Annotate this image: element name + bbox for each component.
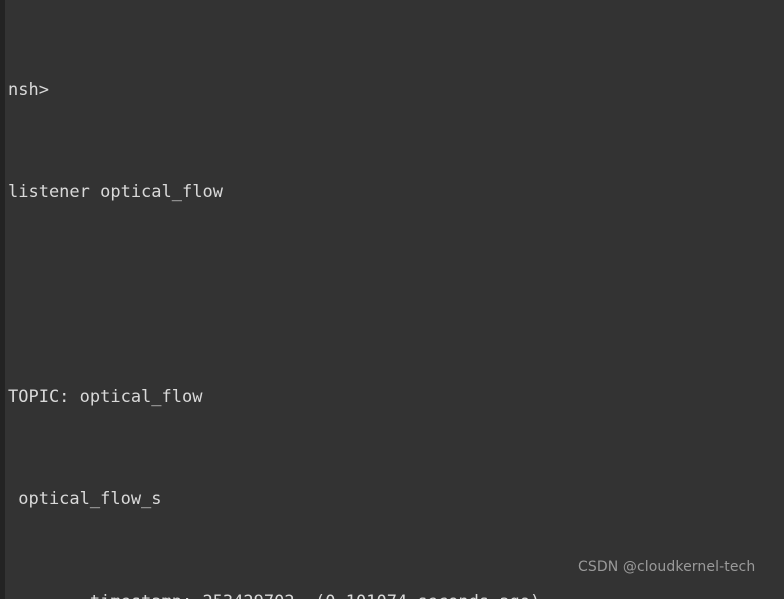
message-type-line: optical_flow_s <box>8 489 162 510</box>
shell-prompt-line: nsh> <box>8 79 49 100</box>
clipped-next-prompt: n <box>8 592 208 599</box>
clipped-next-prompt-text: n <box>30 592 40 599</box>
terminal-window[interactable]: nsh> listener optical_flow TOPIC: optica… <box>0 0 784 599</box>
terminal-left-gutter <box>0 0 5 599</box>
terminal-output: nsh> listener optical_flow TOPIC: optica… <box>8 1 784 599</box>
command-line: listener optical_flow <box>8 182 223 203</box>
csdn-watermark: CSDN @cloudkernel-tech <box>578 559 756 575</box>
topic-header-line: TOPIC: optical_flow <box>8 386 203 407</box>
